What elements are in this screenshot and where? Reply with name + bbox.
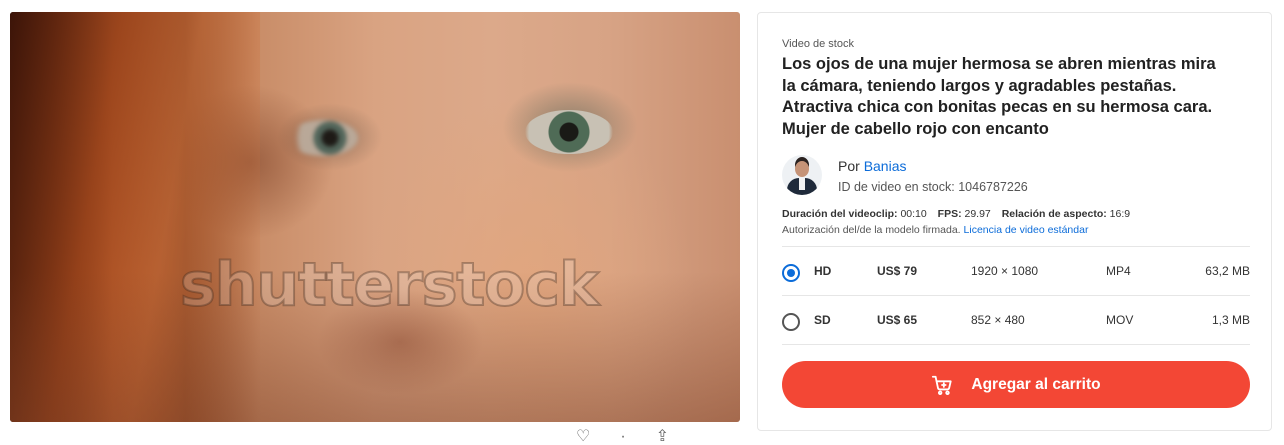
option-format: MOV — [1106, 313, 1134, 327]
duration-label: Duración del videoclip: — [782, 208, 898, 220]
fps-value: 29.97 — [964, 208, 991, 220]
content-type-label: Video de stock — [782, 38, 854, 50]
license-link[interactable]: Licencia de video estándar — [964, 224, 1089, 236]
stock-id-value: 1046787226 — [958, 180, 1028, 194]
release-line: Autorización del/de la modelo firmada. L… — [782, 224, 1088, 236]
aspect-label: Relación de aspecto: — [1001, 208, 1107, 220]
watermark: shutterstock — [179, 249, 600, 321]
avatar-collar — [799, 178, 805, 190]
share-icon[interactable]: ⇪ — [656, 429, 669, 445]
add-to-cart-button[interactable]: Agregar al carrito — [782, 361, 1250, 408]
add-to-cart-label: Agregar al carrito — [971, 375, 1101, 393]
option-size: 1,3 MB — [1211, 313, 1250, 327]
heart-icon[interactable]: ♡ — [576, 429, 590, 445]
radio-hd[interactable] — [782, 264, 800, 282]
option-resolution: 1920 × 1080 — [971, 264, 1039, 278]
option-sd[interactable]: SD US$ 65 852 × 480 MOV 1,3 MB — [782, 295, 1250, 345]
video-preview[interactable]: shutterstock — [10, 12, 740, 422]
video-title: Los ojos de una mujer hermosa se abren m… — [782, 55, 1216, 138]
dots-icon[interactable]: · — [620, 429, 625, 445]
cart-icon — [931, 374, 953, 396]
option-quality: HD — [814, 264, 832, 278]
preview-actions: ♡ · ⇪ — [576, 429, 669, 445]
avatar-head — [795, 161, 809, 177]
stock-id-line: ID de video en stock: 1046787226 — [838, 180, 1028, 194]
model-release-text: Autorización del/de la modelo firmada. — [782, 224, 961, 236]
option-price: US$ 79 — [877, 264, 918, 278]
preview-eye-blurred — [288, 120, 358, 156]
option-hd[interactable]: HD US$ 79 1920 × 1080 MP4 63,2 MB — [782, 246, 1250, 295]
option-format: MP4 — [1106, 264, 1131, 278]
option-size: 63,2 MB — [1205, 264, 1250, 278]
option-resolution: 852 × 480 — [971, 313, 1025, 327]
option-price: US$ 65 — [877, 313, 918, 327]
fps-label: FPS: — [937, 208, 962, 220]
author-prefix: Por — [838, 158, 860, 174]
aspect-value: 16:9 — [1109, 208, 1131, 220]
avatar[interactable] — [782, 155, 822, 195]
author-link[interactable]: Banias — [864, 158, 907, 174]
duration-value: 00:10 — [900, 208, 927, 220]
stock-id-label: ID de video en stock: — [838, 180, 955, 194]
details-panel: Video de stock Los ojos de una mujer her… — [757, 12, 1272, 431]
preview-eye-focused — [525, 110, 613, 154]
option-quality: SD — [814, 313, 831, 327]
radio-sd[interactable] — [782, 313, 800, 331]
clip-metadata: Duración del videoclip: 00:10 FPS: 29.97… — [782, 208, 1130, 220]
author-line: Por Banias — [838, 158, 907, 174]
